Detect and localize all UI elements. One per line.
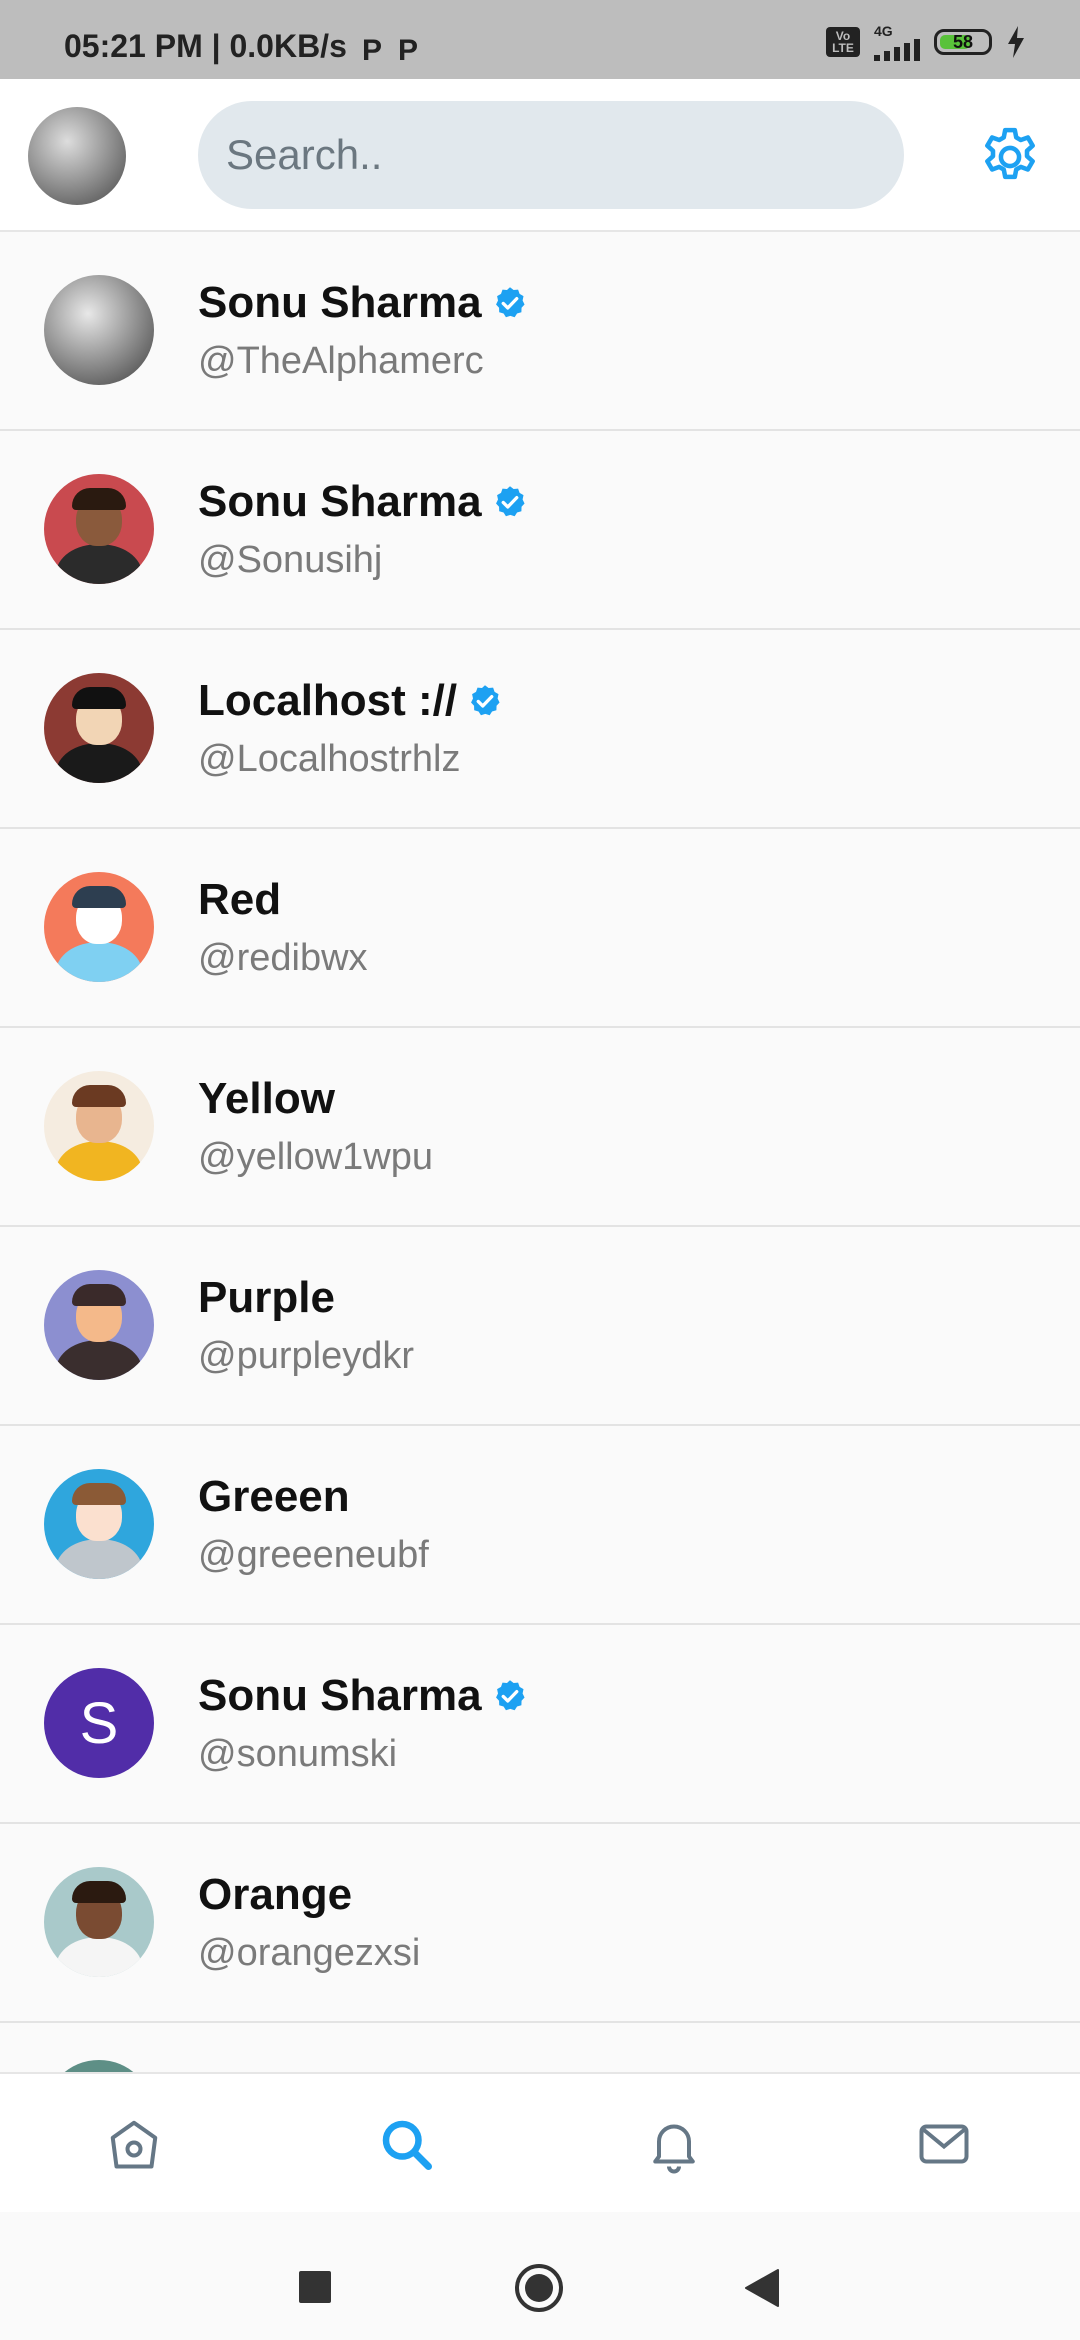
home-button[interactable] (513, 2262, 565, 2314)
user-handle: @Localhostrhlz (198, 738, 461, 780)
verified-badge-icon (495, 486, 525, 517)
user-avatar[interactable] (44, 1270, 154, 1380)
user-name: Sonu Sharma (198, 477, 482, 526)
svg-text:P: P (362, 34, 382, 64)
user-name-line: Yellow (198, 1074, 335, 1124)
user-handle: @TheAlphamerc (198, 340, 484, 382)
verified-badge-icon (471, 685, 500, 716)
user-handle: @purpleydkr (198, 1335, 414, 1377)
network-type: 4G (874, 23, 893, 39)
user-row[interactable]: Red @redibwx (0, 829, 1080, 1028)
user-name: Red (198, 875, 282, 924)
user-row[interactable]: S Sonu Sharma @sonumski (0, 1625, 1080, 1824)
user-avatar[interactable] (44, 1071, 154, 1181)
status-time: 05:21 PM | 0.0KB/s (64, 28, 347, 64)
user-row[interactable]: Yellow @yellow1wpu (0, 1028, 1080, 1227)
network-indicator: 4G (874, 23, 920, 61)
user-avatar[interactable] (44, 872, 154, 982)
user-name-line: Purple (198, 1273, 335, 1323)
user-handle: @orangezxsi (198, 1932, 421, 1974)
signal-icon (874, 39, 920, 61)
recents-button[interactable] (298, 2270, 332, 2304)
user-name-line: Orange (198, 1870, 352, 1920)
profile-avatar[interactable] (28, 107, 126, 205)
user-handle: @sonumski (198, 1733, 398, 1775)
user-handle: @redibwx (198, 937, 368, 979)
user-name: Purple (198, 1273, 335, 1322)
user-row[interactable]: Localhost :// @Localhostrhlz (0, 630, 1080, 829)
user-name-line: Sonu Sharma (198, 477, 528, 527)
user-name: Orange (198, 1870, 353, 1919)
back-button[interactable] (742, 2268, 782, 2308)
user-name-line: Sonu Sharma (198, 1671, 528, 1721)
volte-icon: Vo LTE (826, 27, 860, 57)
user-name: Localhost :// (198, 676, 458, 725)
user-name-line: Sonu Sharma (198, 278, 528, 328)
charging-icon (1008, 26, 1024, 58)
user-row[interactable]: Purple @purpleydkr (0, 1227, 1080, 1426)
user-name-line: Red (198, 875, 281, 925)
svg-text:P: P (398, 34, 418, 64)
user-name: Yellow (198, 1074, 335, 1123)
user-avatar[interactable] (44, 474, 154, 584)
user-row[interactable]: Sonu Sharma @Sonusihj (0, 431, 1080, 630)
user-avatar[interactable] (44, 1469, 154, 1579)
user-handle: @yellow1wpu (198, 1136, 434, 1178)
user-avatar[interactable] (44, 1867, 154, 1977)
search-icon[interactable] (376, 2114, 436, 2174)
avatar-letter: S (79, 1690, 119, 1756)
app-header: Search.. (0, 79, 1080, 232)
search-placeholder: Search.. (226, 131, 383, 178)
search-input[interactable]: Search.. (198, 101, 904, 209)
user-handle: @greeeneubf (198, 1534, 429, 1576)
battery-level: 58 (952, 31, 974, 52)
user-name-line: Localhost :// (198, 676, 503, 726)
system-nav (0, 2212, 1080, 2340)
bell-icon[interactable] (644, 2114, 704, 2174)
user-avatar[interactable] (44, 673, 154, 783)
battery-icon: 58 (934, 29, 992, 55)
gear-icon[interactable] (976, 123, 1044, 191)
bottom-nav (0, 2072, 1080, 2212)
user-row[interactable]: Orange @orangezxsi (0, 1824, 1080, 2023)
user-row[interactable]: Sonu Sharma @TheAlphamerc (0, 232, 1080, 431)
user-name: Sonu Sharma (198, 1671, 482, 1720)
user-row[interactable]: Greeen @greeeneubf (0, 1426, 1080, 1625)
user-avatar[interactable] (44, 275, 154, 385)
user-name: Greeen (198, 1472, 350, 1521)
user-avatar[interactable]: S (44, 1668, 154, 1778)
user-handle: @Sonusihj (198, 539, 383, 581)
verified-badge-icon (495, 287, 525, 318)
user-list: Sonu Sharma @TheAlphamerc Sonu Sharma @Sonu… (0, 232, 1080, 2023)
notification-p-icon: P P (362, 34, 418, 64)
status-bar: 05:21 PM | 0.0KB/s P P Vo LTE 4G 58 (0, 0, 1080, 79)
user-name-line: Greeen (198, 1472, 350, 1522)
mail-icon[interactable] (914, 2114, 974, 2174)
user-name: Sonu Sharma (198, 278, 482, 327)
home-icon[interactable] (104, 2114, 164, 2174)
verified-badge-icon (495, 1680, 525, 1711)
